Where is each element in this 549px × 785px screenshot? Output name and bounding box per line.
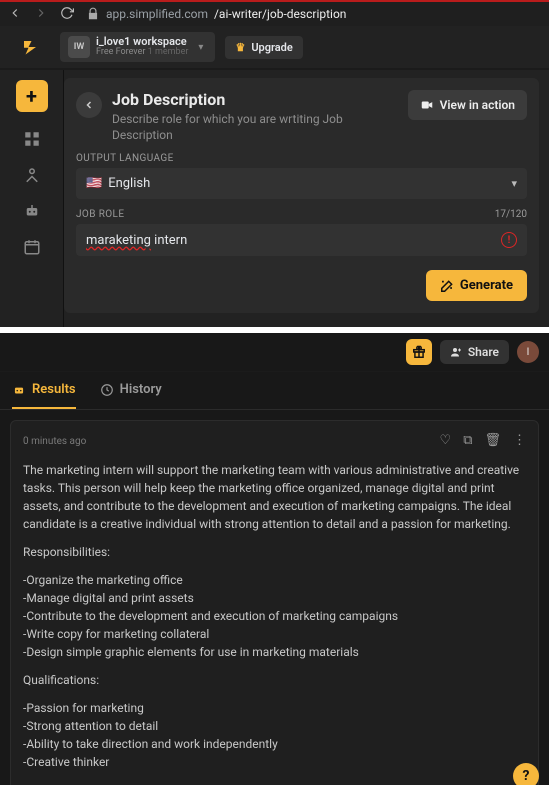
char-counter: 17/120 xyxy=(495,209,527,220)
workspace-avatar: IW xyxy=(68,36,90,58)
flag-icon: 🇺🇸 xyxy=(86,176,102,191)
list-item: -Manage digital and print assets xyxy=(23,589,526,607)
apps-icon[interactable] xyxy=(23,130,41,148)
list-item: -Organize the marketing office xyxy=(23,571,526,589)
workspace-bar: IW i_love1 workspace Free Forever 1 memb… xyxy=(0,26,549,70)
lock-icon xyxy=(86,7,100,21)
result-body: The marketing intern will support the ma… xyxy=(23,461,526,781)
nav-reload-icon[interactable] xyxy=(60,6,74,23)
nav-back-icon[interactable] xyxy=(8,6,22,23)
robot-icon xyxy=(12,383,26,397)
job-description-card: Job Description Describe role for which … xyxy=(64,78,539,313)
page-title: Job Description xyxy=(112,90,372,109)
favorite-icon[interactable]: ♡ xyxy=(440,431,452,451)
copy-icon[interactable]: ⧉ xyxy=(463,431,472,451)
add-button[interactable]: + xyxy=(16,80,48,112)
results-toolbar: Share I xyxy=(0,333,549,372)
result-timestamp: 0 minutes ago xyxy=(23,434,86,449)
robot-icon[interactable] xyxy=(23,202,41,220)
list-item: -Passion for marketing xyxy=(23,699,526,717)
upgrade-button[interactable]: ♛ Upgrade xyxy=(225,36,302,59)
wand-icon xyxy=(440,279,454,293)
side-rail: + xyxy=(0,70,64,327)
results-tabs: Results History xyxy=(0,372,549,410)
design-icon[interactable] xyxy=(23,166,41,184)
list-item: -Ability to take direction and work inde… xyxy=(23,735,526,753)
gift-button[interactable] xyxy=(406,339,432,365)
view-in-action-button[interactable]: View in action xyxy=(408,90,527,120)
job-role-label: JOB ROLE xyxy=(76,209,124,220)
generate-button[interactable]: Generate xyxy=(426,270,527,301)
user-avatar[interactable]: I xyxy=(517,341,539,363)
tab-history[interactable]: History xyxy=(100,372,162,409)
list-item: -Design simple graphic elements for use … xyxy=(23,643,526,661)
help-button[interactable]: ? xyxy=(513,763,539,785)
browser-toolbar: app.simplified.com/ai-writer/job-descrip… xyxy=(0,0,549,26)
list-item: -Creative thinker xyxy=(23,753,526,771)
warning-icon: ! xyxy=(501,232,517,248)
list-item: -Strong attention to detail xyxy=(23,717,526,735)
url-bar[interactable]: app.simplified.com/ai-writer/job-descrip… xyxy=(86,7,346,21)
chevron-down-icon: ▾ xyxy=(511,177,517,190)
language-select[interactable]: 🇺🇸English ▾ xyxy=(76,168,527,199)
clock-icon xyxy=(100,383,114,397)
nav-forward-icon[interactable] xyxy=(34,6,48,23)
url-host: app.simplified.com xyxy=(106,7,208,21)
job-role-input[interactable]: maraketing intern ! xyxy=(76,224,527,256)
share-button[interactable]: Share xyxy=(440,340,509,364)
page-subtitle: Describe role for which you are wrtiting… xyxy=(112,111,372,143)
chevron-down-icon: ▾ xyxy=(194,42,207,53)
result-card: 0 minutes ago ♡ ⧉ 🗑 ⋮ The marketing inte… xyxy=(10,420,539,785)
video-icon xyxy=(420,98,434,112)
url-path: /ai-writer/job-description xyxy=(214,7,346,21)
gift-icon xyxy=(412,345,426,359)
back-button[interactable] xyxy=(76,92,102,118)
workspace-switcher[interactable]: IW i_love1 workspace Free Forever 1 memb… xyxy=(60,32,215,62)
tab-results[interactable]: Results xyxy=(12,372,76,409)
app-logo[interactable] xyxy=(10,38,50,56)
delete-icon[interactable]: 🗑 xyxy=(484,431,501,451)
person-plus-icon xyxy=(450,346,462,358)
list-item: -Contribute to the development and execu… xyxy=(23,607,526,625)
more-icon[interactable]: ⋮ xyxy=(513,431,526,451)
calendar-icon[interactable] xyxy=(23,238,41,256)
output-language-label: OUTPUT LANGUAGE xyxy=(76,153,527,164)
crown-icon: ♛ xyxy=(235,41,245,54)
list-item: -Write copy for marketing collateral xyxy=(23,625,526,643)
